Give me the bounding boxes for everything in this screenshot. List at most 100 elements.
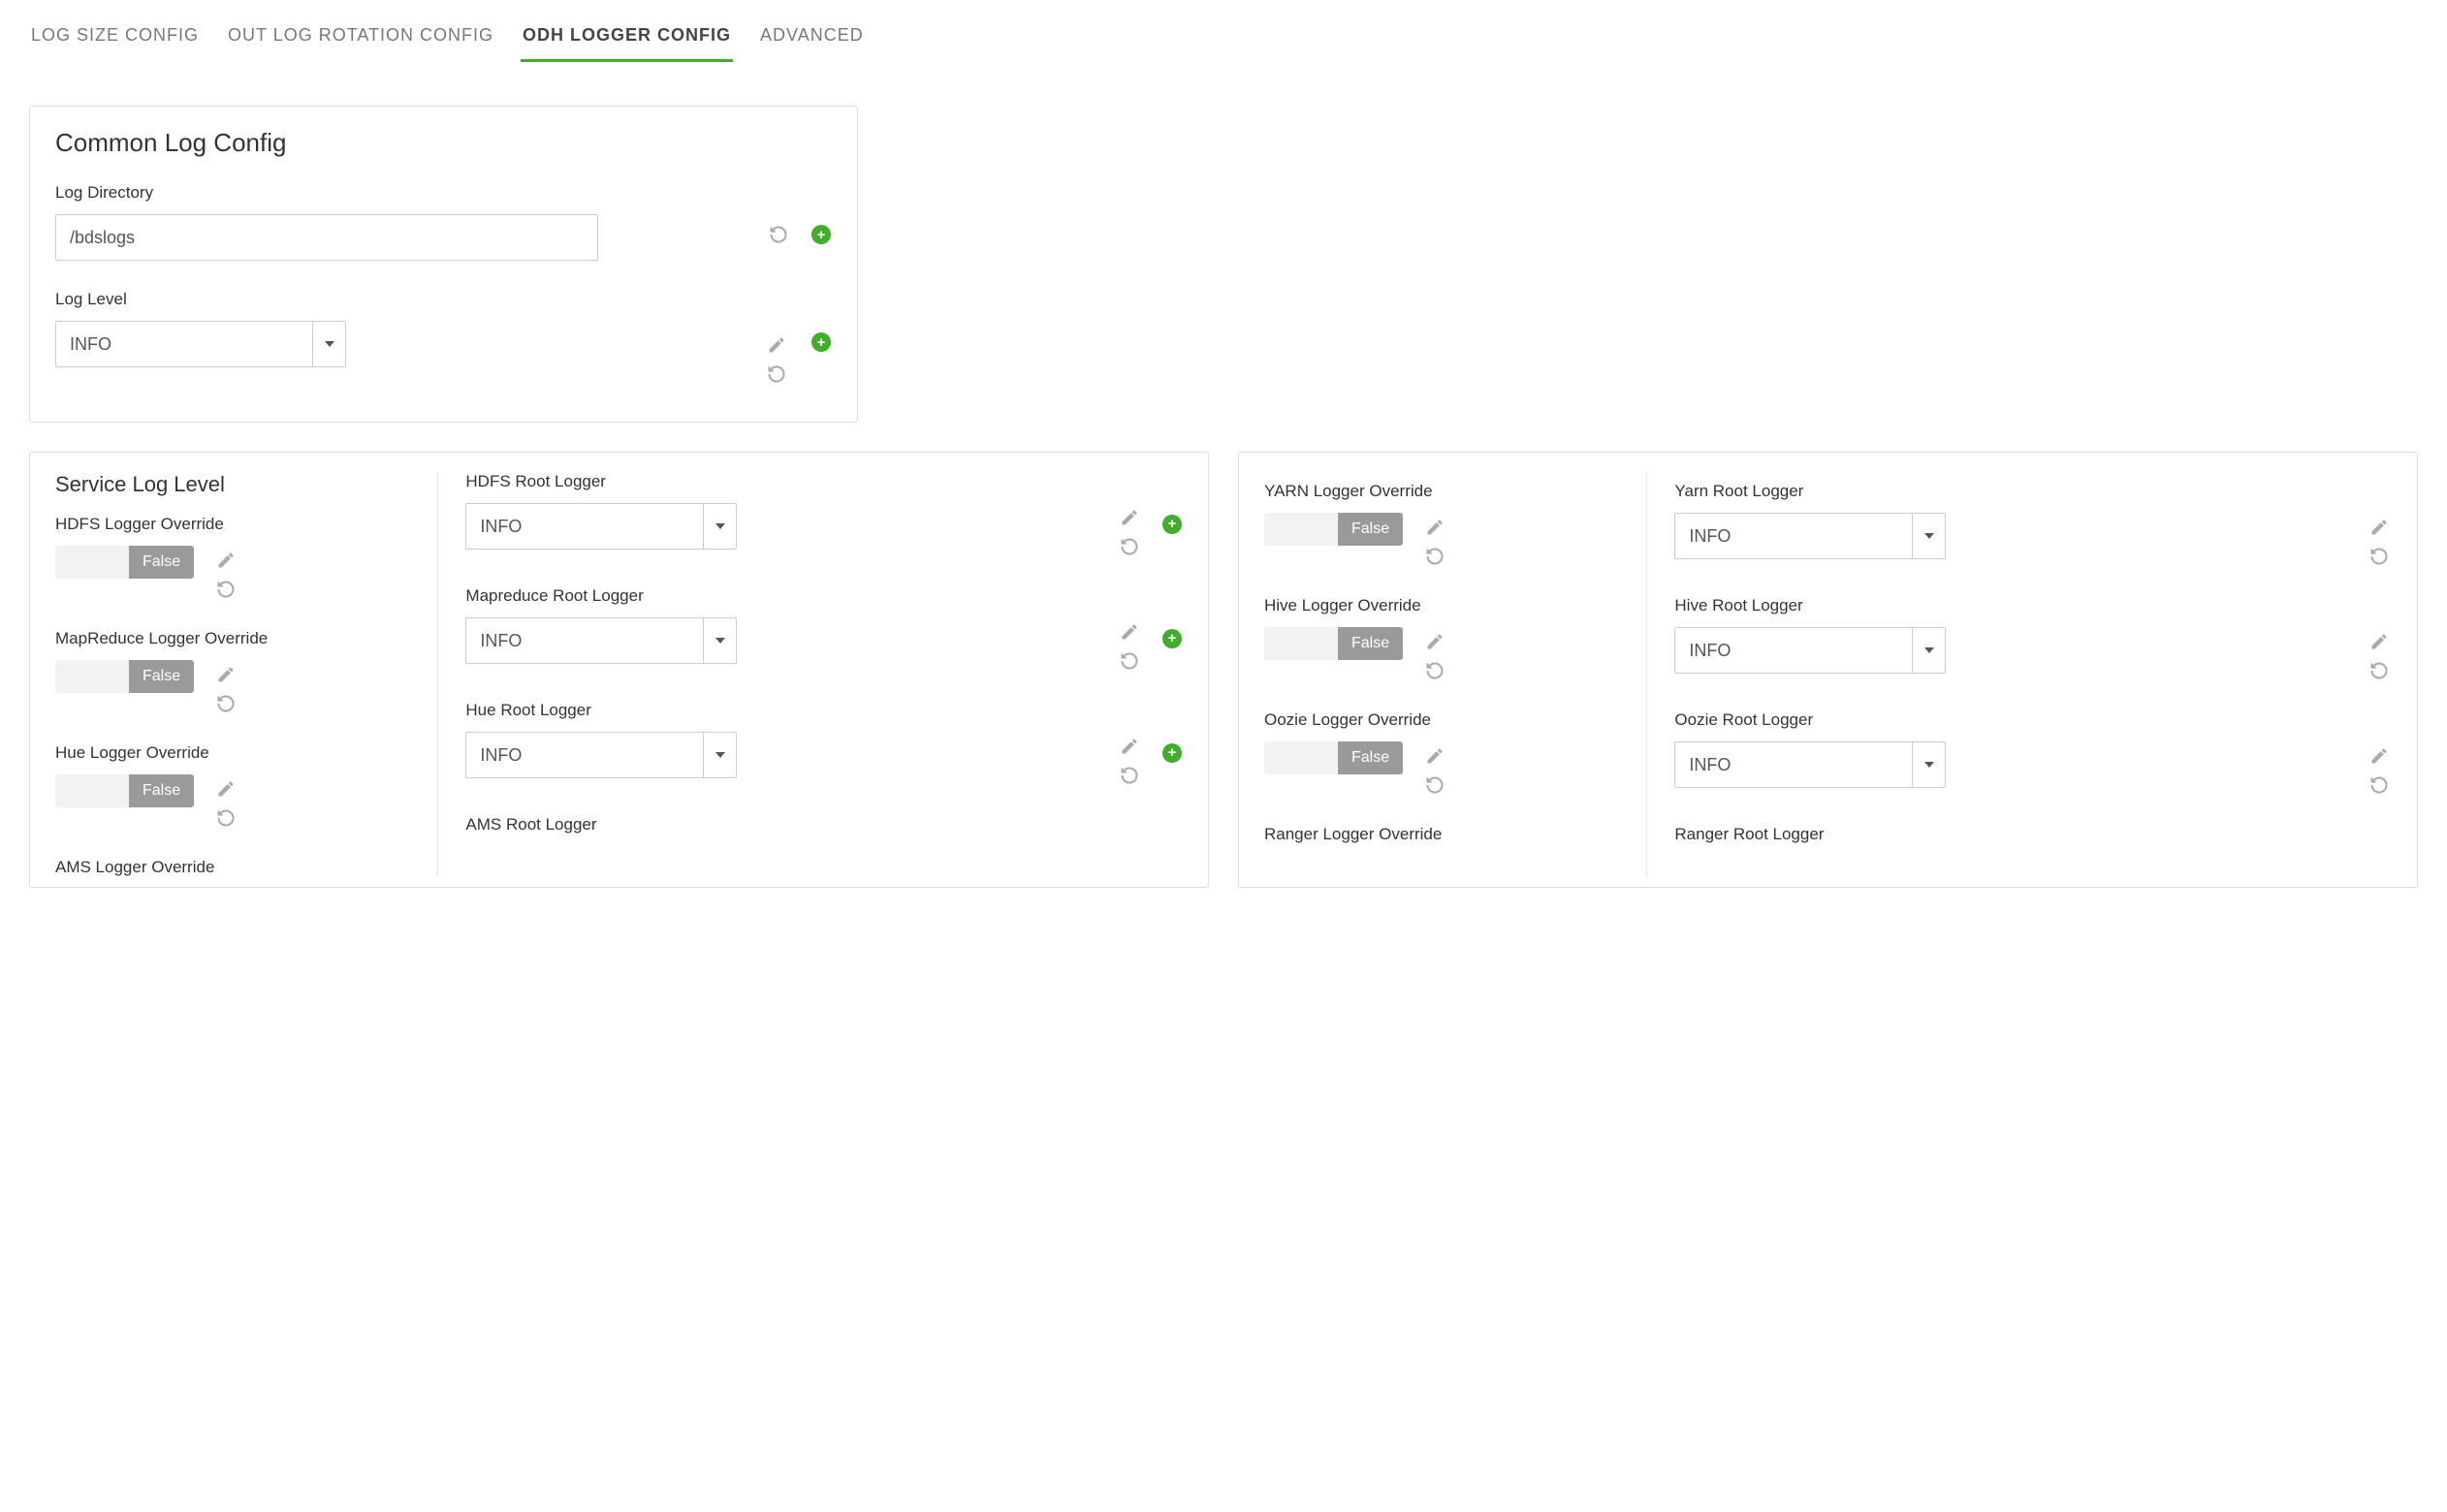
chevron-down-icon	[703, 504, 736, 549]
override-block: HDFS Logger Override False	[55, 515, 416, 600]
toggle-false-label: False	[1338, 627, 1403, 660]
root-logger-label: Ranger Root Logger	[1674, 825, 2392, 844]
chevron-down-icon	[1912, 514, 1945, 558]
override-block: Hue Logger Override False	[55, 743, 416, 829]
override-block: AMS Logger Override	[55, 858, 416, 877]
root-logger-block: AMS Root Logger	[465, 815, 1183, 835]
chevron-down-icon	[1912, 628, 1945, 673]
reload-icon[interactable]	[215, 693, 237, 714]
service-log-level-row: Service Log Level HDFS Logger Override F…	[29, 452, 2418, 888]
root-logger-block: Hue Root Logger INFO +	[465, 701, 1183, 786]
reload-icon[interactable]	[2368, 660, 2390, 681]
root-logger-value: INFO	[466, 631, 703, 651]
override-toggle[interactable]: False	[55, 546, 194, 579]
chevron-down-icon	[312, 322, 345, 366]
toggle-true-side	[55, 546, 129, 579]
root-logger-select[interactable]: INFO	[465, 732, 737, 778]
reload-icon[interactable]	[2368, 774, 2390, 796]
edit-icon[interactable]	[1119, 507, 1140, 528]
service-log-level-panel-left: Service Log Level HDFS Logger Override F…	[29, 452, 1209, 888]
toggle-false-label: False	[1338, 513, 1403, 546]
reload-icon[interactable]	[768, 224, 789, 245]
add-override-icon[interactable]: +	[1161, 628, 1183, 649]
reload-icon[interactable]	[2368, 546, 2390, 567]
edit-icon[interactable]	[2368, 745, 2390, 767]
reload-icon[interactable]	[1119, 765, 1140, 786]
common-log-config-panel: Common Log Config Log Directory + Log Le…	[29, 106, 858, 423]
toggle-true-side	[1264, 513, 1338, 546]
override-toggle[interactable]: False	[55, 660, 194, 693]
log-level-select[interactable]: INFO	[55, 321, 346, 367]
override-label: AMS Logger Override	[55, 858, 416, 877]
tab-log-size[interactable]: LOG SIZE CONFIG	[29, 19, 201, 62]
reload-icon[interactable]	[1424, 774, 1446, 796]
edit-icon[interactable]	[215, 664, 237, 685]
override-toggle[interactable]: False	[1264, 741, 1403, 774]
tab-odh-logger[interactable]: ODH LOGGER CONFIG	[521, 19, 733, 62]
override-block: Oozie Logger Override False	[1264, 710, 1625, 796]
override-toggle[interactable]: False	[1264, 627, 1403, 660]
panel-title: Common Log Config	[55, 128, 832, 158]
root-logger-value: INFO	[1675, 526, 1912, 547]
edit-icon[interactable]	[1424, 745, 1446, 767]
edit-icon[interactable]	[215, 550, 237, 571]
add-override-icon[interactable]: +	[1161, 742, 1183, 764]
reload-icon[interactable]	[215, 579, 237, 600]
override-block: Ranger Logger Override	[1264, 825, 1625, 844]
root-logger-label: AMS Root Logger	[465, 815, 1183, 835]
override-block: YARN Logger Override False	[1264, 482, 1625, 567]
root-logger-label: Mapreduce Root Logger	[465, 586, 1183, 606]
service-log-level-panel-right: YARN Logger Override False Hive Logger O…	[1238, 452, 2418, 888]
edit-icon[interactable]	[1424, 517, 1446, 538]
edit-icon[interactable]	[2368, 517, 2390, 538]
add-override-icon[interactable]: +	[1161, 514, 1183, 535]
edit-icon[interactable]	[1424, 631, 1446, 652]
edit-icon[interactable]	[766, 334, 787, 356]
edit-icon[interactable]	[2368, 631, 2390, 652]
root-logger-label: Hive Root Logger	[1674, 596, 2392, 615]
add-override-icon[interactable]: +	[810, 331, 832, 352]
tab-advanced[interactable]: ADVANCED	[758, 19, 866, 62]
override-label: YARN Logger Override	[1264, 482, 1625, 501]
root-logger-block: Ranger Root Logger	[1674, 825, 2392, 844]
override-label: Ranger Logger Override	[1264, 825, 1625, 844]
reload-icon[interactable]	[215, 807, 237, 829]
root-logger-block: Hive Root Logger INFO	[1674, 596, 2392, 681]
tab-out-rotation[interactable]: OUT LOG ROTATION CONFIG	[226, 19, 495, 62]
root-logger-block: Oozie Root Logger INFO	[1674, 710, 2392, 796]
root-logger-block: Yarn Root Logger INFO	[1674, 482, 2392, 567]
chevron-down-icon	[703, 618, 736, 663]
chevron-down-icon	[703, 733, 736, 777]
reload-icon[interactable]	[1424, 660, 1446, 681]
toggle-true-side	[1264, 627, 1338, 660]
toggle-true-side	[1264, 741, 1338, 774]
reload-icon[interactable]	[1119, 650, 1140, 672]
root-logger-value: INFO	[1675, 641, 1912, 661]
override-toggle[interactable]: False	[55, 774, 194, 807]
root-logger-select[interactable]: INFO	[1674, 627, 1946, 674]
root-logger-select[interactable]: INFO	[465, 617, 737, 664]
log-directory-input[interactable]	[55, 214, 598, 261]
chevron-down-icon	[1912, 742, 1945, 787]
toggle-true-side	[55, 660, 129, 693]
override-toggle[interactable]: False	[1264, 513, 1403, 546]
add-override-icon[interactable]: +	[810, 224, 832, 245]
edit-icon[interactable]	[1119, 621, 1140, 643]
override-block: Hive Logger Override False	[1264, 596, 1625, 681]
root-logger-select[interactable]: INFO	[1674, 741, 1946, 788]
root-logger-select[interactable]: INFO	[1674, 513, 1946, 559]
root-logger-select[interactable]: INFO	[465, 503, 737, 550]
root-logger-value: INFO	[1675, 755, 1912, 775]
reload-icon[interactable]	[1119, 536, 1140, 557]
root-logger-value: INFO	[466, 517, 703, 537]
root-logger-block: HDFS Root Logger INFO +	[465, 472, 1183, 557]
override-block: MapReduce Logger Override False	[55, 629, 416, 714]
edit-icon[interactable]	[1119, 736, 1140, 757]
log-directory-label: Log Directory	[55, 183, 832, 203]
reload-icon[interactable]	[766, 363, 787, 385]
root-logger-label: Yarn Root Logger	[1674, 482, 2392, 501]
override-label: Hive Logger Override	[1264, 596, 1625, 615]
reload-icon[interactable]	[1424, 546, 1446, 567]
panel-title: Service Log Level	[55, 472, 416, 497]
edit-icon[interactable]	[215, 778, 237, 800]
